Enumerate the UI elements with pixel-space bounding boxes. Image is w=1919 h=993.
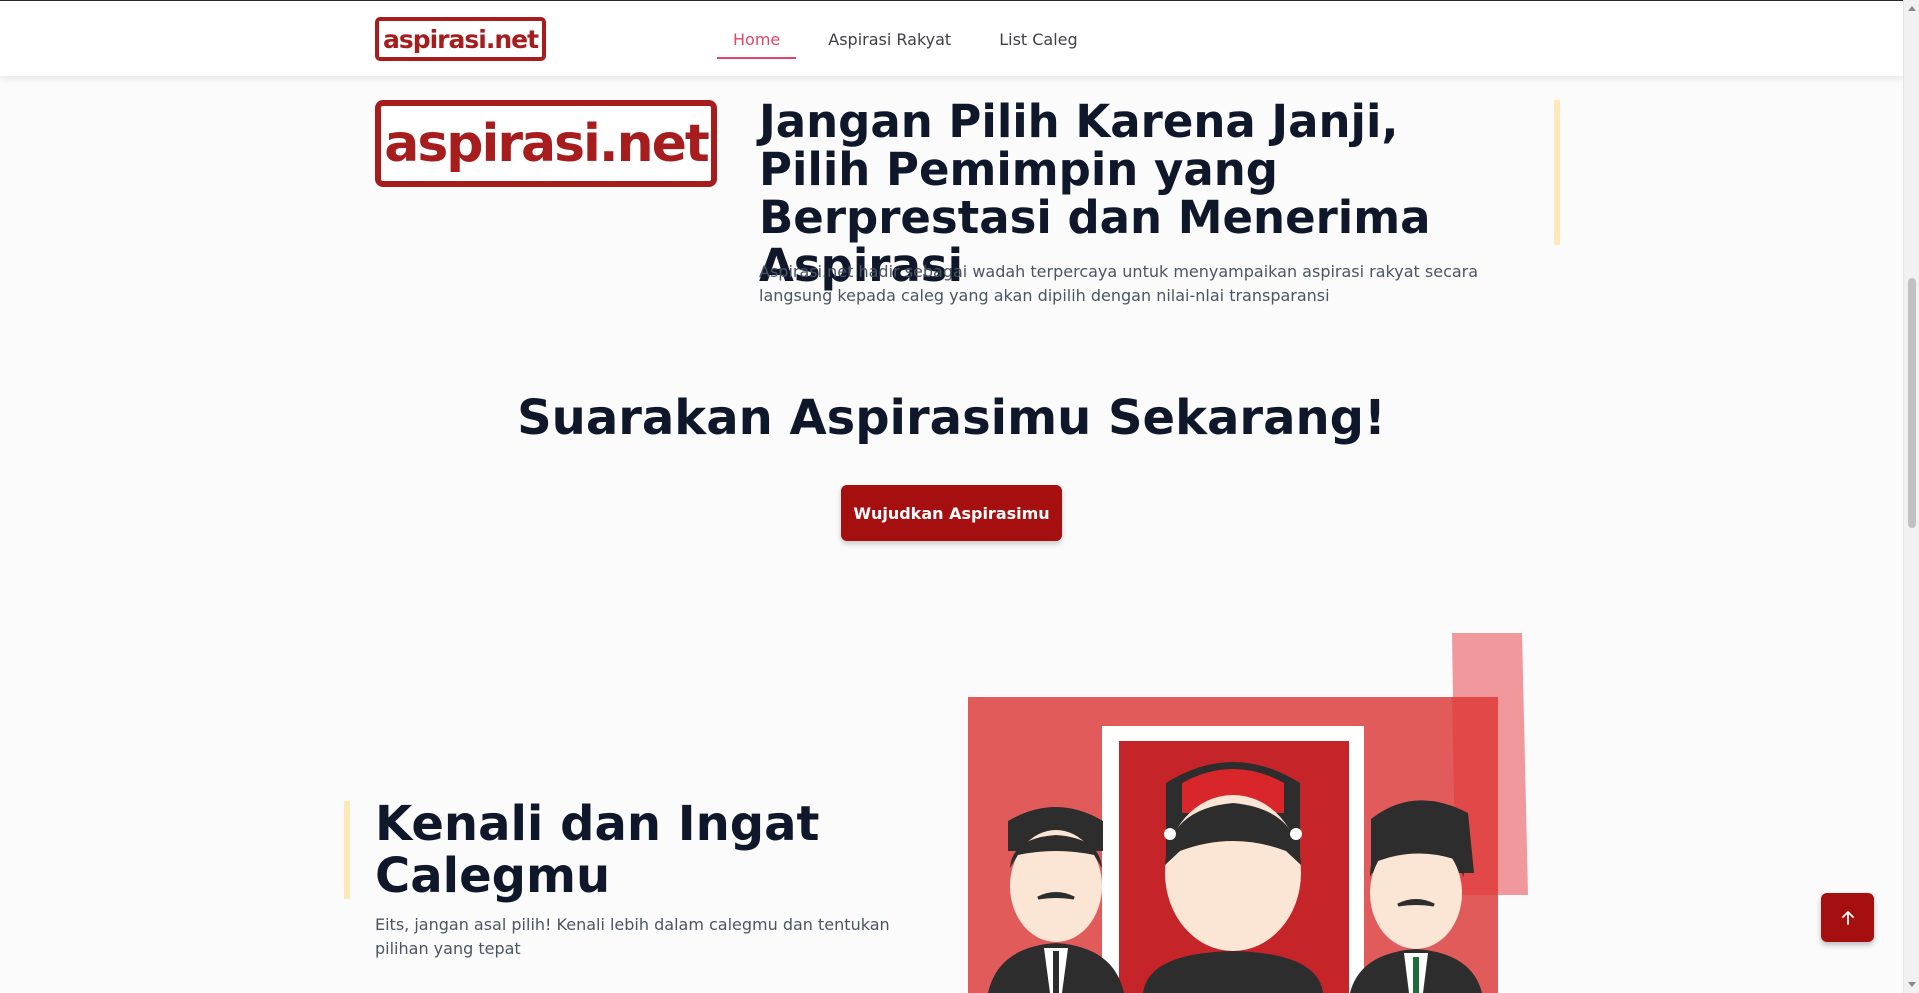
caleg-section-subtitle: Eits, jangan asal pilih! Kenali lebih da… <box>375 915 890 958</box>
nav-home[interactable]: Home <box>717 1 797 77</box>
hero-logo: aspirasi.net <box>375 100 717 187</box>
scrollbar-thumb[interactable] <box>1908 278 1916 528</box>
page-viewport: aspirasi.net Home Aspirasi Rakyat List C… <box>0 0 1903 993</box>
three-candidates-illustration <box>968 633 1528 993</box>
main-nav: Home Aspirasi Rakyat List Caleg <box>717 1 1110 77</box>
cta-title: Suarakan Aspirasimu Sekarang! <box>517 390 1386 446</box>
navbar: aspirasi.net Home Aspirasi Rakyat List C… <box>0 0 1903 76</box>
header-logo[interactable]: aspirasi.net <box>375 17 546 61</box>
vertical-scrollbar[interactable] <box>1903 0 1919 993</box>
hero-subtitle: Aspirasi.net hadir sebagai wadah terperc… <box>759 262 1479 305</box>
caleg-section-title: Kenali dan Ingat Calegmu <box>375 796 820 904</box>
scroll-up-icon[interactable] <box>1908 6 1916 11</box>
arrow-up-icon <box>1841 910 1854 925</box>
nav-aspirasi-rakyat[interactable]: Aspirasi Rakyat <box>812 1 967 77</box>
scroll-down-icon[interactable] <box>1908 982 1916 987</box>
hero-accent-bar <box>1554 100 1560 245</box>
back-to-top-button[interactable] <box>1821 893 1874 942</box>
wujudkan-aspirasimu-button[interactable]: Wujudkan Aspirasimu <box>841 485 1062 541</box>
caleg-accent-bar <box>344 801 350 899</box>
nav-list-caleg[interactable]: List Caleg <box>983 1 1093 77</box>
